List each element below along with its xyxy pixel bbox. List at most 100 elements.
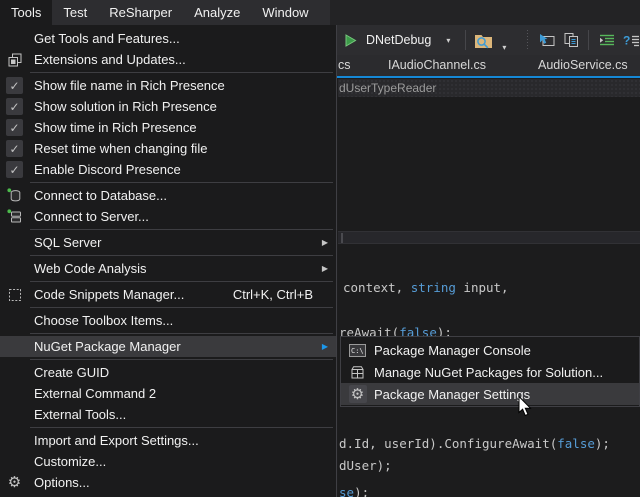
- tab-cs[interactable]: cs: [338, 55, 351, 76]
- menu-item-connect-to-database[interactable]: Connect to Database...: [0, 185, 336, 206]
- submenu-item-label: Manage NuGet Packages for Solution...: [374, 365, 603, 380]
- package-icon: [341, 365, 374, 380]
- menu-separator: [30, 359, 333, 360]
- menu-item-external-tools[interactable]: External Tools...: [0, 404, 336, 425]
- menu-item-label: SQL Server: [29, 235, 101, 250]
- submenu-item-manage-nuget-packages-for-solution[interactable]: Manage NuGet Packages for Solution...: [341, 361, 639, 383]
- menu-item-show-time-in-rich-presence[interactable]: ✓Show time in Rich Presence: [0, 117, 336, 138]
- menu-item-options[interactable]: ⚙Options...: [0, 472, 336, 493]
- menu-item-reset-time-when-changing-file[interactable]: ✓Reset time when changing file: [0, 138, 336, 159]
- menu-separator: [30, 281, 333, 282]
- menu-item-label: Choose Toolbox Items...: [29, 313, 173, 328]
- overflow-caret-icon[interactable]: ▾: [498, 29, 518, 51]
- extensions-icon: [0, 53, 29, 67]
- code-token: );: [595, 436, 610, 451]
- code-line: dUser);: [339, 459, 392, 473]
- menu-item-label: Customize...: [29, 454, 106, 469]
- checkmark-icon: ✓: [0, 98, 29, 115]
- active-tab-underline: [337, 76, 640, 78]
- menu-separator: [30, 255, 333, 256]
- find-in-files-icon[interactable]: [473, 29, 493, 51]
- code-token: );: [354, 485, 369, 497]
- checkmark-icon: ✓: [0, 161, 29, 178]
- menu-item-label: NuGet Package Manager: [29, 339, 181, 354]
- menubar-item-analyze[interactable]: Analyze: [183, 0, 251, 25]
- run-configuration-label[interactable]: DNetDebug: [365, 33, 433, 47]
- menu-item-import-and-export-settings[interactable]: Import and Export Settings...: [0, 430, 336, 451]
- menu-item-enable-discord-presence[interactable]: ✓Enable Discord Presence: [0, 159, 336, 180]
- menu-item-label: Import and Export Settings...: [29, 433, 199, 448]
- menu-separator: [30, 333, 333, 334]
- format-indent-icon[interactable]: [596, 29, 616, 51]
- menu-item-show-file-name-in-rich-presence[interactable]: ✓Show file name in Rich Presence: [0, 75, 336, 96]
- menu-separator: [30, 427, 333, 428]
- menubar-item-test[interactable]: Test: [52, 0, 98, 25]
- toolbar-separator: [588, 30, 589, 50]
- code-token: se: [339, 485, 354, 497]
- breadcrumb[interactable]: dUserTypeReader: [338, 79, 640, 97]
- menu-item-label: Connect to Server...: [29, 209, 149, 224]
- menu-item-shortcut: Ctrl+K, Ctrl+B: [233, 287, 336, 302]
- menubar-item-resharper[interactable]: ReSharper: [98, 0, 183, 25]
- menu-item-sql-server[interactable]: SQL Server▶: [0, 232, 336, 253]
- code-token: context,: [343, 280, 411, 295]
- code-token: d.Id, userId).ConfigureAwait(: [339, 436, 557, 451]
- menu-item-choose-toolbox-items[interactable]: Choose Toolbox Items...: [0, 310, 336, 331]
- server-icon: [0, 209, 29, 224]
- submenu-arrow-icon: ▶: [322, 265, 328, 273]
- run-icon[interactable]: [340, 29, 360, 51]
- nuget-package-manager-submenu: C:\Package Manager Console Manage NuGet P…: [340, 336, 640, 407]
- menu-item-label: Show time in Rich Presence: [29, 120, 197, 135]
- titlebar-strip: [330, 0, 640, 25]
- mouse-cursor: [518, 396, 532, 422]
- menu-item-label: Enable Discord Presence: [29, 162, 181, 177]
- checkmark-icon: ✓: [0, 77, 29, 94]
- menu-item-create-guid[interactable]: Create GUID: [0, 362, 336, 383]
- menubar-item-window[interactable]: Window: [251, 0, 319, 25]
- menu-item-label: Show file name in Rich Presence: [29, 78, 225, 93]
- code-line: se);: [339, 486, 369, 497]
- menu-item-label: External Tools...: [29, 407, 126, 422]
- svg-text:?: ?: [623, 34, 630, 48]
- menu-item-label: Extensions and Updates...: [29, 52, 186, 67]
- toolbar-separator: [465, 30, 466, 50]
- dropdown-caret-icon[interactable]: ▾: [438, 29, 458, 51]
- menu-item-external-command-2[interactable]: External Command 2: [0, 383, 336, 404]
- menubar-item-tools[interactable]: Tools: [0, 0, 52, 25]
- submenu-item-package-manager-console[interactable]: C:\Package Manager Console: [341, 339, 639, 361]
- menu-item-label: Show solution in Rich Presence: [29, 99, 217, 114]
- checkmark-icon: ✓: [0, 119, 29, 136]
- code-token: false: [557, 436, 595, 451]
- code-line: context, string input,: [343, 281, 509, 295]
- submenu-item-label: Package Manager Console: [374, 343, 531, 358]
- code-token: input,: [456, 280, 509, 295]
- submenu-item-package-manager-settings[interactable]: ⚙Package Manager Settings: [341, 383, 639, 405]
- toolbar-grip[interactable]: [525, 30, 529, 50]
- menu-item-extensions-and-updates[interactable]: Extensions and Updates...: [0, 49, 336, 70]
- menu-item-web-code-analysis[interactable]: Web Code Analysis▶: [0, 258, 336, 279]
- navigate-to-icon[interactable]: [536, 29, 556, 51]
- tab-iaudiochannel-cs[interactable]: IAudioChannel.cs: [388, 55, 486, 76]
- menu-item-connect-to-server[interactable]: Connect to Server...: [0, 206, 336, 227]
- console-icon: C:\: [341, 344, 374, 357]
- submenu-item-label: Package Manager Settings: [374, 387, 530, 402]
- menu-separator: [30, 72, 333, 73]
- help-lines-icon[interactable]: ?: [621, 29, 640, 51]
- navigation-bar: dUserTypeReader: [338, 79, 640, 97]
- menu-separator: [30, 307, 333, 308]
- code-token: dUser);: [339, 458, 392, 473]
- tab-audioservice-cs[interactable]: AudioService.cs: [538, 55, 628, 76]
- menu-item-customize[interactable]: Customize...: [0, 451, 336, 472]
- menu-item-nuget-package-manager[interactable]: NuGet Package Manager▶: [0, 336, 336, 357]
- menu-item-code-snippets-manager[interactable]: Code Snippets Manager...Ctrl+K, Ctrl+B: [0, 284, 336, 305]
- tools-menu: Get Tools and Features... Extensions and …: [0, 25, 337, 497]
- code-token: string: [411, 280, 456, 295]
- vs-window: ToolsTestReSharperAnalyzeWindowHelp DNet…: [0, 0, 640, 497]
- menu-item-show-solution-in-rich-presence[interactable]: ✓Show solution in Rich Presence: [0, 96, 336, 117]
- menu-separator: [30, 182, 333, 183]
- toolbar: DNetDebug ▾ ▾?: [337, 25, 640, 55]
- copy-code-icon[interactable]: [561, 29, 581, 51]
- menu-item-get-tools-and-features[interactable]: Get Tools and Features...: [0, 28, 336, 49]
- gear-boxed-icon: ⚙: [341, 385, 374, 403]
- editor-splitter[interactable]: [338, 231, 640, 244]
